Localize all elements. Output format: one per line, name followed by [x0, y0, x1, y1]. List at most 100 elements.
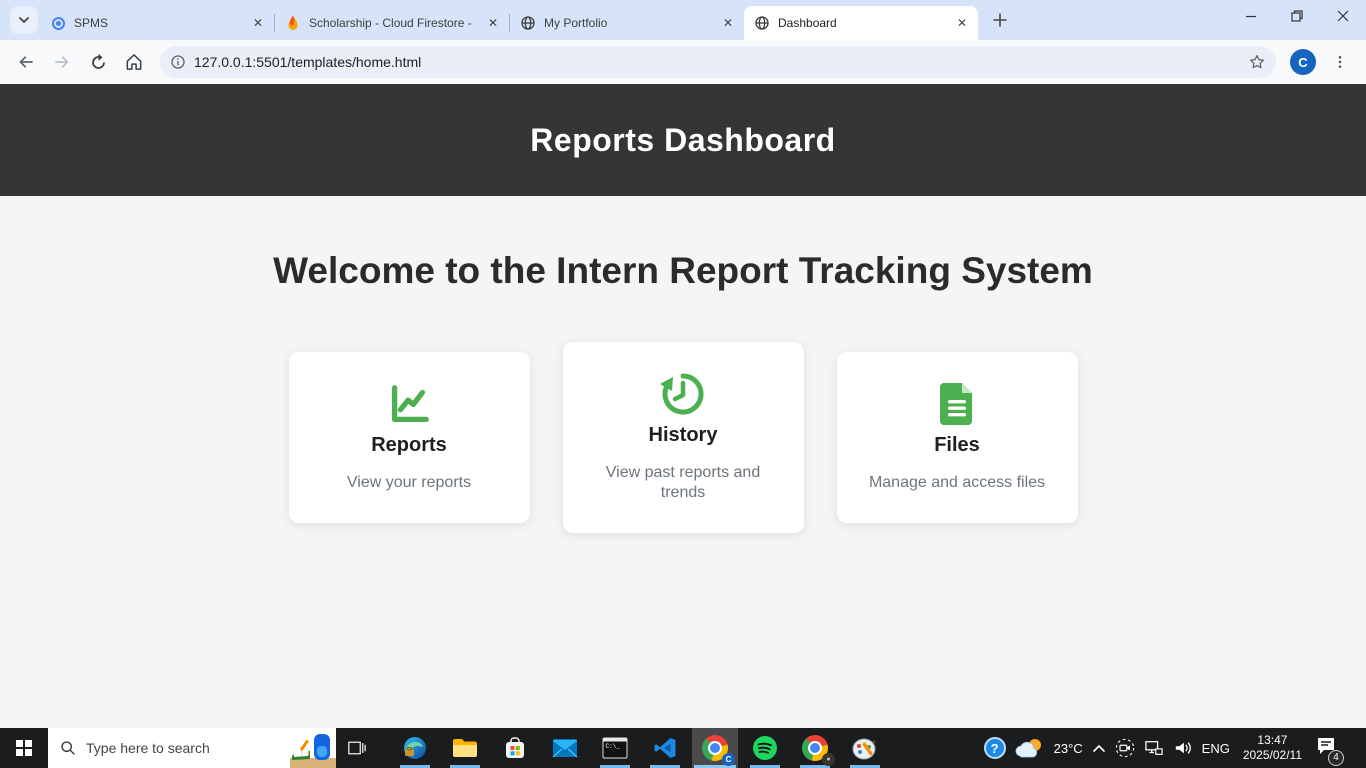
firebase-flame-icon [285, 15, 301, 31]
tab-close-icon[interactable]: ✕ [954, 15, 970, 31]
network-icon[interactable] [1144, 739, 1164, 757]
url-text[interactable]: 127.0.0.1:5501/templates/home.html [194, 54, 1248, 70]
ionic-icon [50, 15, 66, 31]
card-subtitle: View past reports and trends [605, 464, 761, 501]
back-button[interactable] [10, 46, 42, 78]
taskbar-chrome-profile2[interactable]: ● [792, 728, 838, 768]
tab-title: SPMS [74, 16, 109, 30]
paint-icon [852, 738, 876, 760]
chevron-down-icon [19, 17, 29, 24]
system-tray: ? 23°C ENG 13:47 2025/02/11 4 [983, 728, 1366, 768]
page-content: Reports Dashboard Welcome to the Intern … [0, 84, 1366, 728]
minimize-button[interactable] [1228, 0, 1274, 32]
taskbar-edge[interactable] [392, 728, 438, 768]
taskbar-apps: C:\_ C ● [390, 728, 890, 768]
temperature-label[interactable]: 23°C [1054, 741, 1083, 756]
task-view-button[interactable] [336, 728, 378, 768]
browser-toolbar: 127.0.0.1:5501/templates/home.html C [0, 40, 1366, 84]
cards-row: Reports View your reports History View p… [0, 342, 1366, 533]
reports-card[interactable]: Reports View your reports [288, 352, 530, 523]
tab-title: Scholarship - Cloud Firestore - [309, 16, 472, 30]
tab-portfolio[interactable]: My Portfolio ✕ [510, 6, 744, 40]
file-explorer-icon [453, 739, 477, 757]
chart-line-icon [309, 382, 510, 426]
tray-chevron-up-icon[interactable] [1092, 743, 1106, 753]
microsoft-store-icon [506, 737, 524, 758]
action-center-button[interactable]: 4 [1315, 736, 1344, 766]
search-placeholder: Type here to search [86, 740, 210, 756]
forward-arrow-icon [55, 56, 69, 68]
tab-scholarship[interactable]: Scholarship - Cloud Firestore - ✕ [275, 6, 509, 40]
card-title: History [648, 424, 718, 446]
taskbar-spotify[interactable] [742, 728, 788, 768]
address-bar[interactable]: 127.0.0.1:5501/templates/home.html [160, 46, 1276, 78]
volume-icon[interactable] [1173, 739, 1193, 757]
history-card[interactable]: History View past reports and trends [562, 342, 804, 533]
taskbar-file-explorer[interactable] [442, 728, 488, 768]
help-icon[interactable]: ? [983, 737, 1006, 759]
tab-close-icon[interactable]: ✕ [720, 15, 736, 31]
back-arrow-icon [19, 56, 33, 68]
taskbar-chrome-active[interactable]: C [692, 728, 738, 768]
chrome-profile2-badge: ● [822, 753, 835, 766]
file-text-icon [857, 382, 1058, 426]
start-button[interactable] [0, 728, 48, 768]
taskbar-search[interactable]: Type here to search [48, 728, 336, 768]
reload-button[interactable] [82, 46, 114, 78]
tab-title: My Portfolio [544, 16, 608, 30]
clock-history-icon [583, 372, 784, 416]
notification-count-badge: 4 [1328, 749, 1344, 766]
language-indicator[interactable]: ENG [1202, 741, 1230, 756]
tab-strip: SPMS ✕ Scholarship - Cloud Firestore - ✕… [0, 0, 1366, 40]
plus-icon [993, 13, 1007, 27]
restore-button[interactable] [1274, 0, 1320, 32]
windows-taskbar: Type here to search C:\_ C ● ? 23°C ENG … [0, 728, 1366, 768]
task-view-icon [348, 741, 366, 755]
tab-spms[interactable]: SPMS ✕ [40, 6, 274, 40]
tab-search-button[interactable] [10, 6, 38, 34]
mail-icon [552, 739, 578, 758]
tab-title: Dashboard [778, 16, 837, 30]
close-window-button[interactable] [1320, 0, 1366, 32]
weather-icon[interactable] [1015, 737, 1045, 759]
card-title: Reports [371, 434, 447, 456]
profile-avatar[interactable]: C [1290, 49, 1316, 75]
command-prompt-icon: C:\_ [602, 737, 628, 759]
edge-icon [404, 737, 426, 759]
vscode-icon [654, 738, 676, 758]
kebab-menu-icon [1338, 56, 1342, 68]
files-card[interactable]: Files Manage and access files [836, 352, 1078, 523]
svg-text:C:\_: C:\_ [606, 743, 621, 750]
spotify-icon [753, 736, 777, 760]
new-tab-button[interactable] [986, 6, 1014, 34]
home-icon [126, 54, 142, 70]
taskbar-paint[interactable] [842, 728, 888, 768]
browser-menu-button[interactable] [1324, 46, 1356, 78]
taskbar-clock[interactable]: 13:47 2025/02/11 [1243, 733, 1302, 763]
home-button[interactable] [118, 46, 150, 78]
taskbar-mail[interactable] [542, 728, 588, 768]
search-icon [61, 741, 75, 755]
globe-icon [520, 15, 536, 31]
tab-close-icon[interactable]: ✕ [250, 15, 266, 31]
taskbar-command-prompt[interactable]: C:\_ [592, 728, 638, 768]
card-subtitle: View your reports [346, 474, 472, 491]
page-header: Reports Dashboard [0, 84, 1366, 196]
taskbar-vscode[interactable] [642, 728, 688, 768]
tab-close-icon[interactable]: ✕ [485, 15, 501, 31]
tab-dashboard-active[interactable]: Dashboard ✕ [744, 6, 978, 40]
bookmark-star-icon[interactable] [1248, 53, 1266, 71]
window-controls [1228, 0, 1366, 32]
site-info-icon[interactable] [170, 54, 186, 70]
page-title: Reports Dashboard [530, 121, 836, 158]
forward-button[interactable] [46, 46, 78, 78]
chrome-profile-badge: C [722, 753, 735, 766]
search-highlight-decoration [290, 734, 336, 768]
meet-now-icon[interactable] [1115, 738, 1135, 758]
windows-logo-icon [16, 740, 32, 756]
taskbar-store[interactable] [492, 728, 538, 768]
card-title: Files [934, 434, 980, 456]
card-subtitle: Manage and access files [868, 474, 1046, 491]
browser-window: SPMS ✕ Scholarship - Cloud Firestore - ✕… [0, 0, 1366, 728]
welcome-heading: Welcome to the Intern Report Tracking Sy… [273, 250, 1093, 291]
